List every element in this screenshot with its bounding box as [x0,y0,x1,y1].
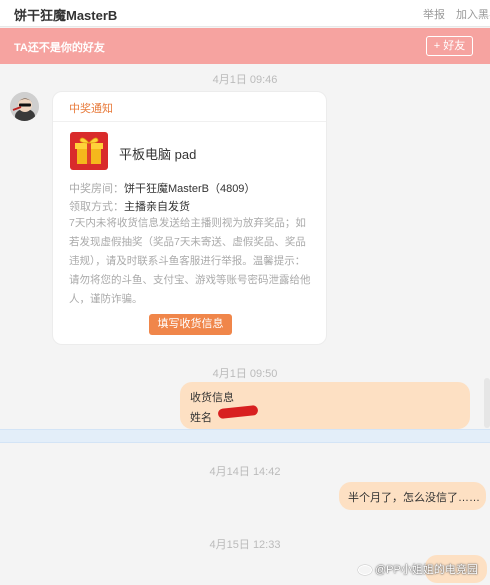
prize-notification-card: 中奖通知 平板电脑 pad 中奖房间：饼干狂魔MasterB（4809） 领取方… [52,91,327,345]
block-link[interactable]: 加入黑名单 [456,6,490,22]
shipping-info-message: 收货信息 姓名 [180,382,470,429]
method-label: 领取方式： [69,201,124,213]
shipping-info-title: 收货信息 [190,392,234,404]
selection-strip [0,429,490,443]
weibo-icon [358,565,372,576]
avatar-image [10,92,39,121]
fill-shipping-info-button[interactable]: 填写收货信息 [149,314,232,335]
chat-header: 饼干狂魔MasterB 举报 加入黑名单 [0,0,490,27]
method-value: 主播亲自发货 [124,201,190,213]
scrollbar[interactable] [484,378,490,428]
prize-name: 平板电脑 pad [119,147,197,162]
room-label: 中奖房间： [69,183,124,195]
not-friend-text: TA还不是你的好友 [14,42,105,54]
avatar[interactable] [10,92,39,121]
timestamp: 4月15日 12:33 [209,539,281,551]
not-friend-banner: TA还不是你的好友 + 好友 [0,28,490,64]
gift-icon [70,132,108,170]
shipping-name-label: 姓名 [190,412,212,424]
watermark-text: @PP小姐姐的电竞园 [375,564,478,576]
card-header-title: 中奖通知 [69,103,113,115]
followup-text: 半个月了，怎么没信了…… [348,492,480,504]
room-value: 饼干狂魔MasterB（4809） [124,183,256,195]
timestamp: 4月14日 14:42 [209,466,281,478]
prize-notice: 7天内未将收货信息发送给主播则视为放弃奖品；如若发现虚假抽奖（奖品7天未寄送、虚… [69,217,311,305]
timestamp: 4月1日 09:50 [212,368,278,380]
contact-name: 饼干狂魔MasterB [14,8,118,23]
report-link[interactable]: 举报 [423,6,445,22]
method-row: 领取方式：主播亲自发货 [69,198,190,214]
timestamp: 4月1日 09:46 [212,74,278,86]
add-friend-button[interactable]: + 好友 [426,36,473,56]
followup-message: 半个月了，怎么没信了…… [339,482,486,510]
redaction-mark [217,404,259,420]
room-row: 中奖房间：饼干狂魔MasterB（4809） [69,180,255,196]
watermark: @PP小姐姐的电竞园 [358,561,478,577]
card-header: 中奖通知 [53,92,326,122]
